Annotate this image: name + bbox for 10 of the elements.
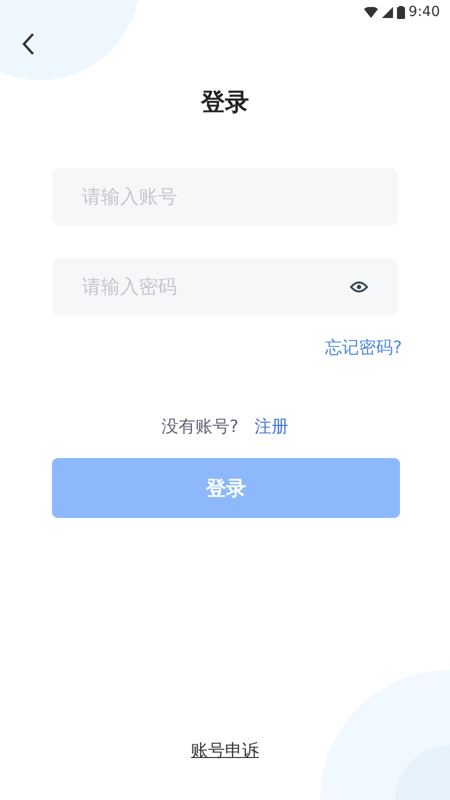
eye-icon[interactable] — [350, 281, 368, 293]
page-title: 登录 — [201, 87, 249, 118]
forgot-password-link[interactable]: 忘记密码? — [324, 336, 402, 359]
account-appeal-link[interactable]: 账号申诉 — [191, 739, 259, 762]
battery-icon — [396, 6, 405, 18]
status-time: 9:40 — [408, 4, 440, 20]
register-prompt: 没有账号? — [161, 416, 239, 438]
register-link[interactable]: 注册 — [254, 415, 289, 438]
wifi-icon — [364, 6, 378, 18]
signal-icon — [382, 6, 393, 18]
